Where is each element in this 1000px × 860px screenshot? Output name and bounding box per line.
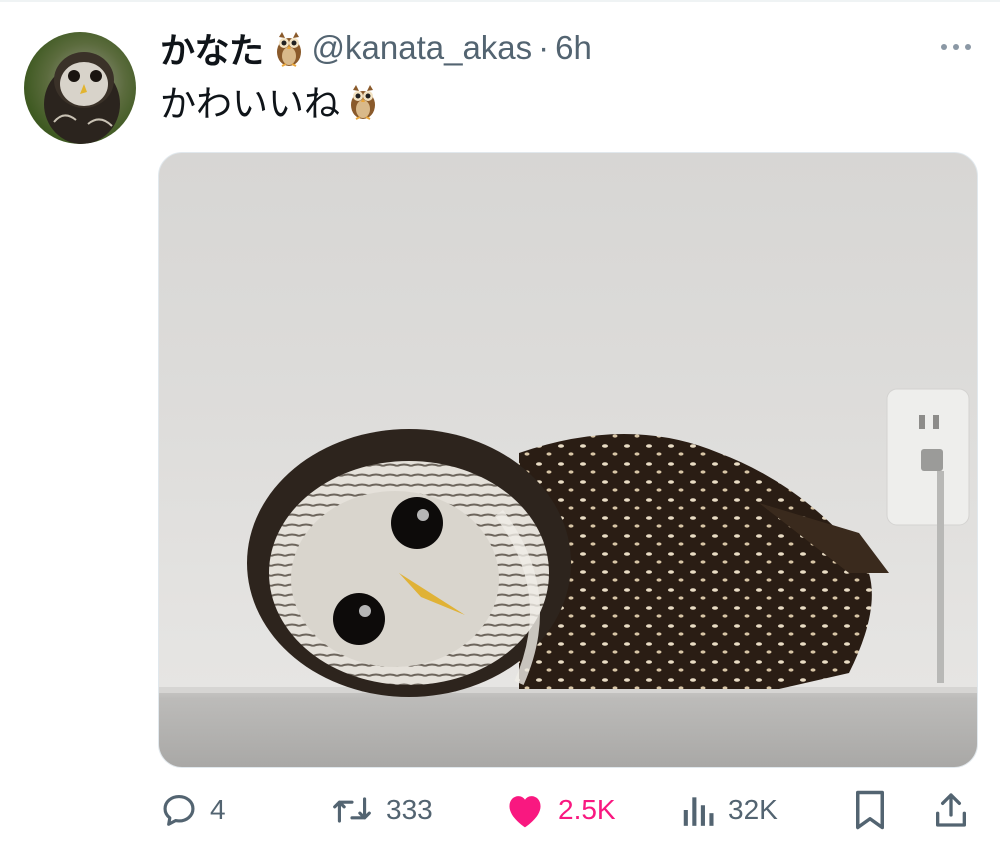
retweet-button[interactable]: 333 [330,778,433,842]
like-button[interactable]: 2.5K [504,778,616,842]
more-horizontal-icon [941,44,947,50]
top-divider [0,0,1000,2]
retweet-count: 333 [386,794,433,825]
bookmark-button[interactable] [852,778,888,842]
heart-icon [509,796,541,828]
bookmark-icon [856,790,884,830]
retweet-icon [333,797,371,823]
views-count: 32K [728,794,778,825]
timestamp[interactable]: 6h [555,29,592,67]
handle[interactable]: @kanata_akas [312,29,533,67]
owl-photo [159,388,977,767]
reply-icon [163,794,195,826]
tweet-body: かわいいね [160,83,341,124]
tweet-text: かわいいね [160,76,386,126]
reply-button[interactable]: 4 [160,778,226,842]
views-button[interactable]: 32K [680,778,778,842]
action-bar: 4 333 2.5K 32K [0,778,1000,842]
like-count: 2.5K [558,794,616,825]
reply-count: 4 [210,794,226,825]
tweet-header: かなた @kanata_akas · 6h [160,26,592,71]
more-options-button[interactable] [936,34,976,60]
separator-dot: · [538,29,550,66]
avatar[interactable] [24,32,136,144]
share-icon [936,793,966,827]
share-button[interactable] [932,778,970,842]
avatar-owl-image [44,52,120,144]
owl-emoji-icon [346,81,380,121]
display-name[interactable]: かなた [160,23,264,74]
views-icon [683,797,714,826]
tweet-photo[interactable] [158,152,978,768]
owl-emoji-icon [272,28,306,68]
